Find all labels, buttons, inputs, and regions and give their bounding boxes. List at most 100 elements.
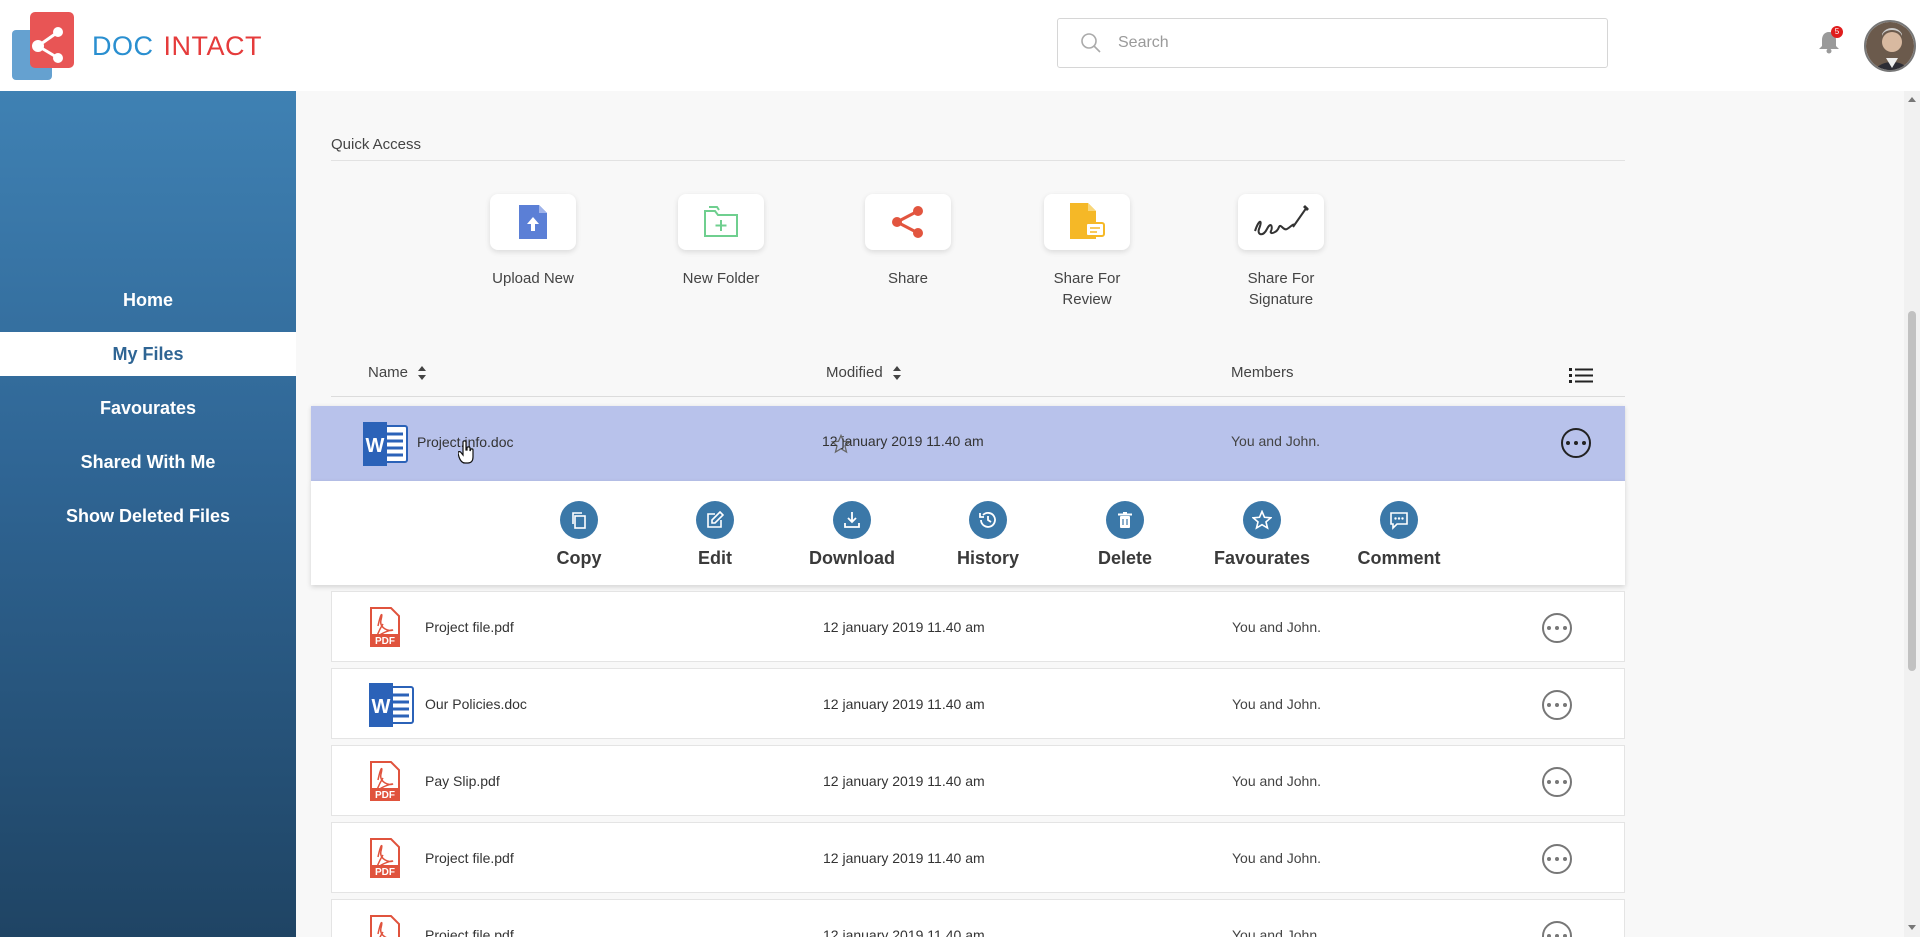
search-box[interactable]: [1057, 18, 1608, 68]
more-options-button[interactable]: [1542, 767, 1572, 797]
vertical-scrollbar[interactable]: [1904, 91, 1920, 937]
quick-access-label: Share For Signature: [1211, 268, 1351, 310]
quick-access-label: Upload New: [492, 270, 574, 287]
sidebar: Home My Files Favourates Shared With Me …: [0, 91, 296, 937]
scrollbar-thumb[interactable]: [1908, 311, 1916, 671]
file-name[interactable]: Pay Slip.pdf: [425, 773, 500, 789]
download-button[interactable]: Download: [792, 501, 912, 569]
sidebar-item-label: My Files: [112, 343, 184, 364]
delete-button[interactable]: Delete: [1065, 501, 1185, 569]
table-row-selected[interactable]: W Project.info.doc 12 january 2019 11.40…: [311, 406, 1625, 482]
sidebar-item-label: Favourates: [99, 397, 197, 418]
more-options-button[interactable]: [1542, 844, 1572, 874]
main-content: Quick Access Upload New New Folder Share…: [296, 91, 1904, 937]
upload-new-button[interactable]: Upload New: [463, 194, 603, 289]
sidebar-item-favourates[interactable]: Favourates: [0, 386, 296, 430]
hand-cursor-icon: [458, 440, 474, 464]
divider: [331, 396, 1625, 397]
sidebar-item-deleted-files[interactable]: Show Deleted Files: [0, 494, 296, 538]
quick-access-label-line: Signature: [1248, 291, 1314, 308]
table-row[interactable]: PDF Pay Slip.pdf 12 january 2019 11.40 a…: [331, 745, 1625, 816]
quick-access-title: Quick Access: [331, 136, 422, 153]
sidebar-item-my-files[interactable]: My Files: [0, 332, 296, 376]
file-name[interactable]: Project file.pdf: [425, 850, 514, 866]
pdf-icon: PDF: [369, 914, 401, 937]
divider: [331, 160, 1625, 161]
table-row[interactable]: W Our Policies.doc 12 january 2019 11.40…: [331, 668, 1625, 739]
share-review-icon: [1044, 194, 1130, 250]
scroll-up-icon[interactable]: [1908, 97, 1916, 102]
members: You and John.: [1232, 619, 1322, 635]
comment-icon: [1380, 501, 1418, 539]
trash-icon: [1106, 501, 1144, 539]
copy-button[interactable]: Copy: [519, 501, 639, 569]
sidebar-item-shared-with-me[interactable]: Shared With Me: [0, 440, 296, 484]
more-options-button[interactable]: [1561, 428, 1591, 458]
pdf-icon: PDF: [369, 760, 401, 807]
more-options-button[interactable]: [1542, 690, 1572, 720]
sort-icon: [892, 365, 901, 380]
modified-date: 12 january 2019 11.40 am: [823, 619, 985, 635]
table-row[interactable]: PDF Project file.pdf 12 january 2019 11.…: [331, 591, 1625, 662]
table-row[interactable]: PDF Project file.pdf 12 january 2019 11.…: [331, 899, 1625, 937]
scroll-down-icon[interactable]: [1908, 925, 1916, 930]
column-header-label: Members: [1231, 364, 1294, 381]
quick-access-label-line: Review: [1062, 291, 1112, 308]
sidebar-item-label: Show Deleted Files: [65, 505, 231, 526]
list-view-icon[interactable]: [1569, 367, 1593, 392]
notifications-button[interactable]: 5: [1818, 26, 1844, 58]
column-header-modified[interactable]: Modified: [826, 364, 901, 381]
column-header-label: Modified: [826, 364, 883, 381]
members: You and John.: [1232, 773, 1322, 789]
action-label: Download: [809, 548, 895, 568]
app-logo[interactable]: DOC INTACT: [10, 10, 262, 82]
sidebar-item-home[interactable]: Home: [0, 278, 296, 322]
file-name[interactable]: Project file.pdf: [425, 927, 514, 937]
column-header-name[interactable]: Name: [368, 364, 427, 381]
modified-date: 12 january 2019 11.40 am: [822, 433, 984, 449]
svg-text:PDF: PDF: [375, 790, 395, 801]
modified-date: 12 january 2019 11.40 am: [823, 696, 985, 712]
file-name[interactable]: Our Policies.doc: [425, 696, 527, 712]
upload-icon: [490, 194, 576, 250]
svg-text:PDF: PDF: [375, 636, 395, 647]
table-row[interactable]: PDF Project file.pdf 12 january 2019 11.…: [331, 822, 1625, 893]
sidebar-item-label: Shared With Me: [80, 451, 216, 472]
new-folder-icon: [678, 194, 764, 250]
search-input[interactable]: [1118, 34, 1578, 52]
copy-icon: [560, 501, 598, 539]
share-for-review-button[interactable]: Share For Review: [1017, 194, 1157, 310]
new-folder-button[interactable]: New Folder: [651, 194, 791, 289]
modified-date: 12 january 2019 11.40 am: [823, 927, 985, 937]
quick-access-label-line: Share For: [1247, 270, 1315, 287]
members: You and John.: [1232, 927, 1322, 937]
signature-icon: [1238, 194, 1324, 250]
svg-text:W: W: [366, 435, 385, 457]
sidebar-item-label: Home: [122, 289, 173, 310]
members: You and John.: [1232, 696, 1322, 712]
download-icon: [833, 501, 871, 539]
logo-text: DOC INTACT: [92, 31, 262, 62]
history-icon: [969, 501, 1007, 539]
logo-doc: DOC: [92, 30, 154, 61]
comment-button[interactable]: Comment: [1339, 501, 1459, 569]
edit-button[interactable]: Edit: [655, 501, 775, 569]
more-options-button[interactable]: [1542, 921, 1572, 937]
modified-date: 12 january 2019 11.40 am: [823, 773, 985, 789]
more-options-button[interactable]: [1542, 613, 1572, 643]
action-label: Favourates: [1213, 548, 1311, 568]
members: You and John.: [1231, 433, 1321, 449]
svg-text:PDF: PDF: [375, 867, 395, 878]
file-name[interactable]: Project file.pdf: [425, 619, 514, 635]
logo-mark-icon: [10, 10, 76, 82]
share-icon: [865, 194, 951, 250]
pdf-icon: PDF: [369, 606, 401, 653]
share-for-signature-button[interactable]: Share For Signature: [1211, 194, 1351, 310]
user-avatar[interactable]: [1864, 20, 1916, 72]
quick-access-label: Share For Review: [1017, 268, 1157, 310]
share-button[interactable]: Share: [838, 194, 978, 289]
action-label: History: [956, 548, 1019, 568]
favourite-button[interactable]: Favourates: [1202, 501, 1322, 569]
history-button[interactable]: History: [928, 501, 1048, 569]
row-actions-panel: Copy Edit Download History Delete Favour…: [311, 481, 1625, 585]
